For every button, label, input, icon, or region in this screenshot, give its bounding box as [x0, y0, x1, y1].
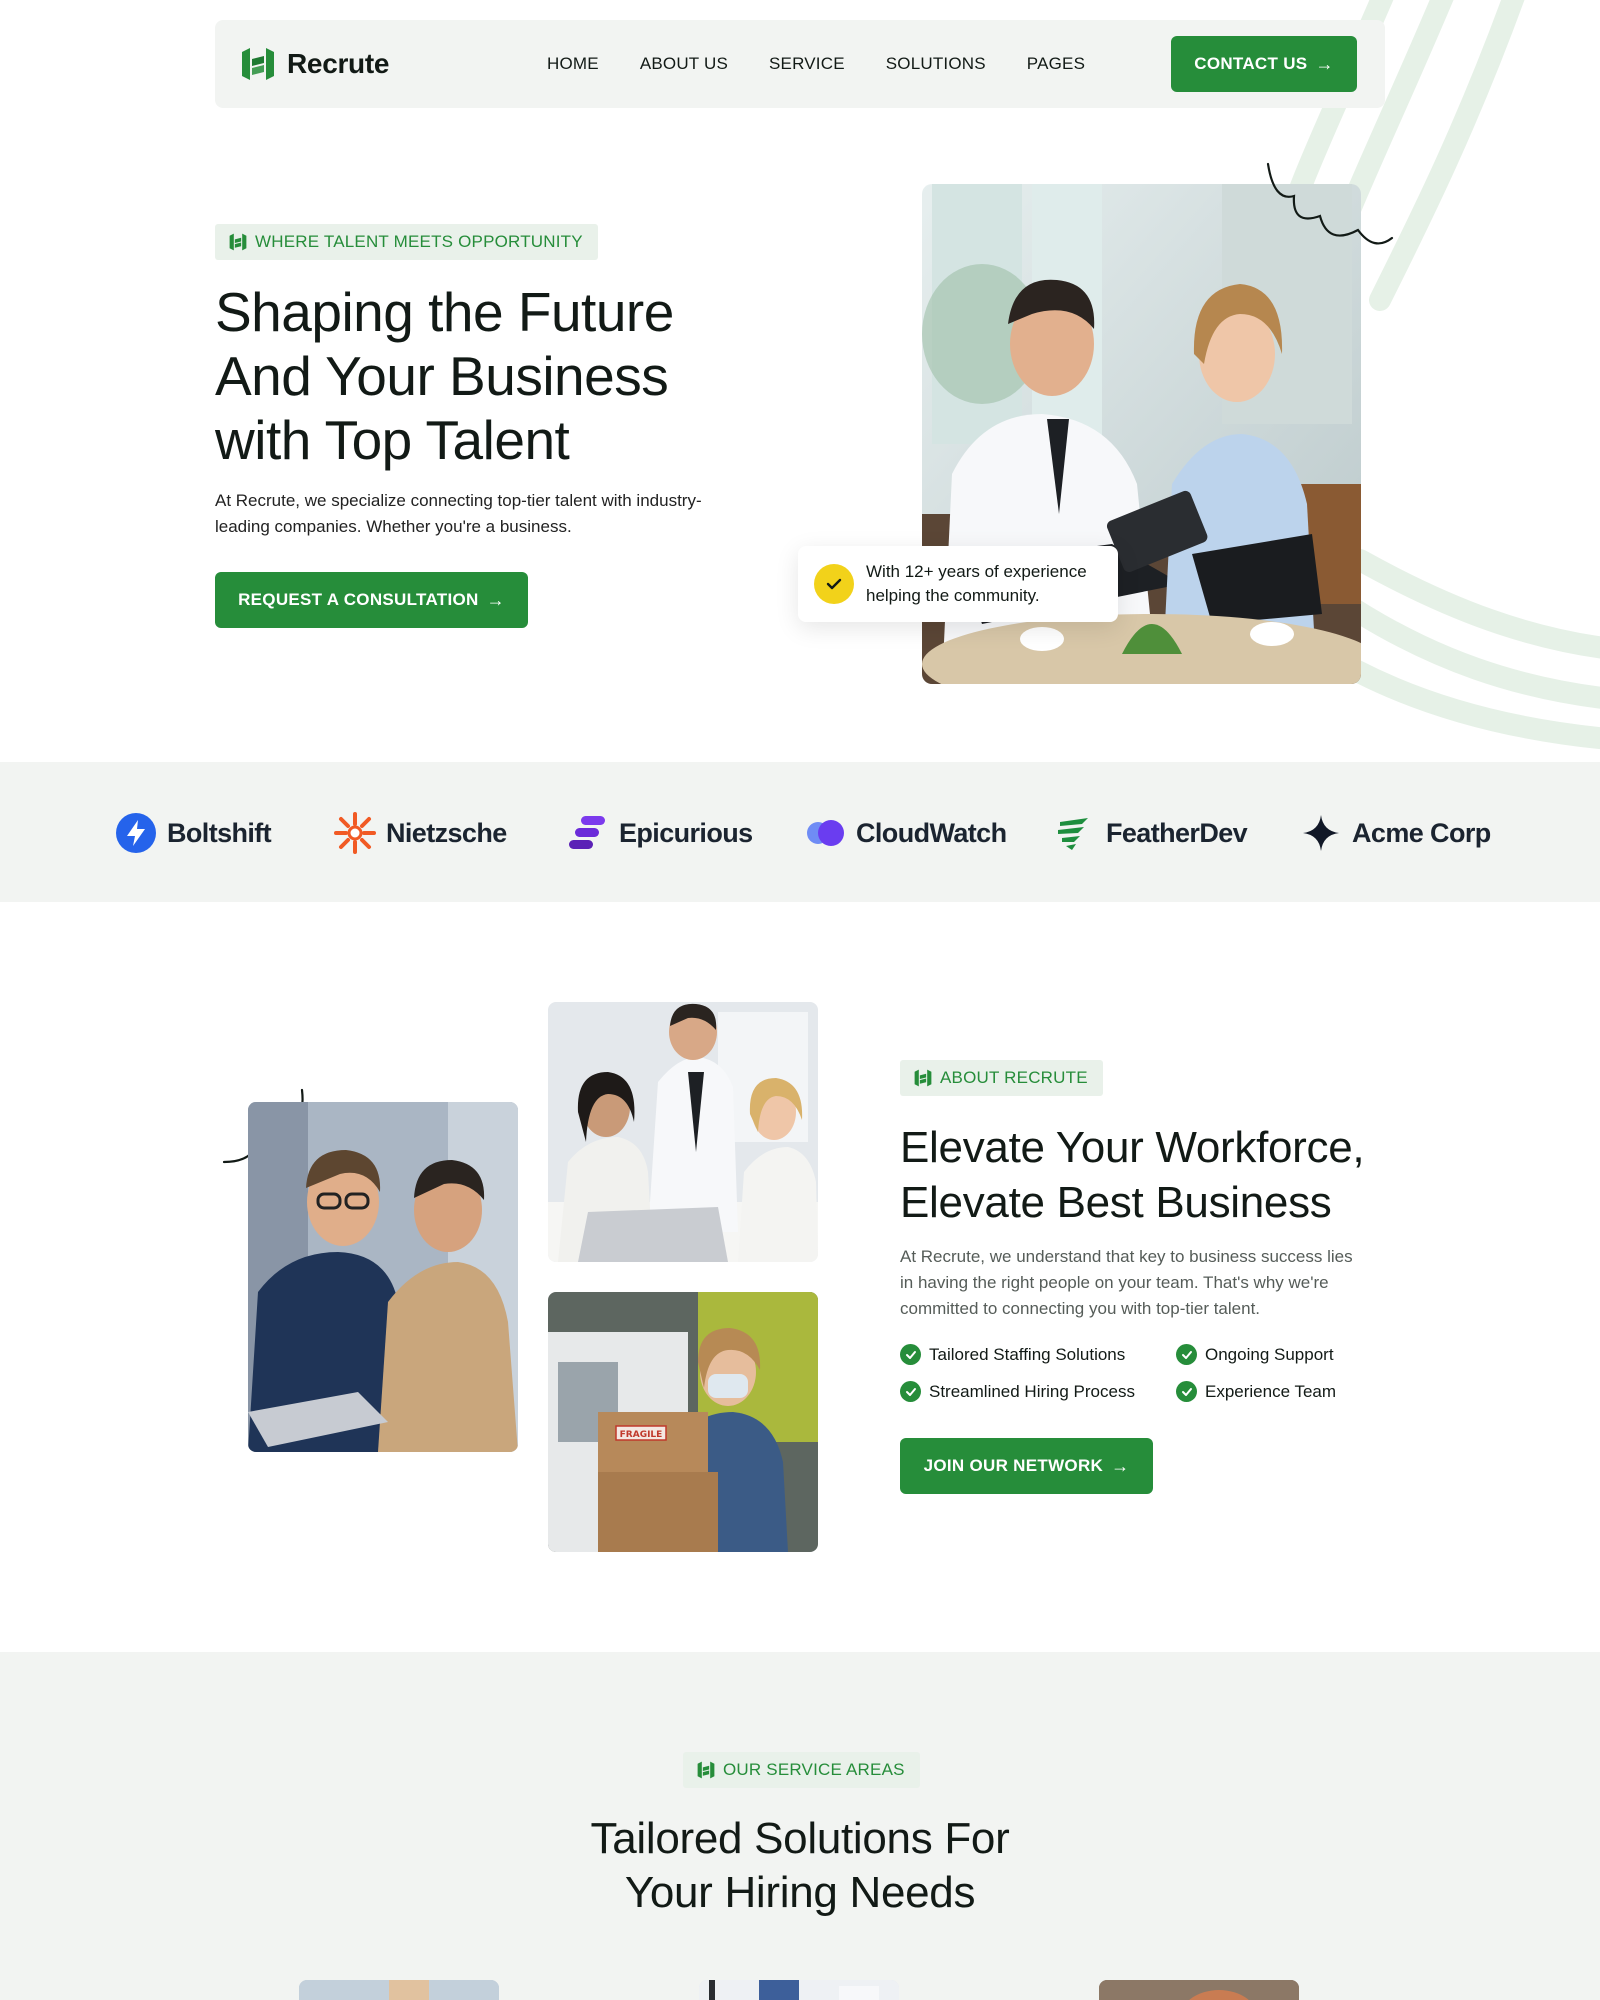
join-network-label: JOIN OUR NETWORK: [923, 1456, 1104, 1475]
recrute-logo-icon: [242, 48, 274, 80]
recrute-mini-icon: [697, 1761, 715, 1779]
about-title-line-1: Elevate Your Workforce,: [900, 1123, 1365, 1172]
request-consultation-label: REQUEST A CONSULTATION: [238, 590, 479, 609]
partner-logo-acme-corp[interactable]: Acme Corp: [1300, 812, 1491, 854]
check-circle-icon: [900, 1344, 921, 1365]
join-network-button[interactable]: JOIN OUR NETWORK →: [900, 1438, 1153, 1494]
about-tagline-text: ABOUT RECRUTE: [940, 1068, 1088, 1087]
decorative-squiggle: [1266, 162, 1394, 245]
top-navbar: Recrute HOME ABOUT US SERVICE SOLUTIONS …: [215, 20, 1385, 108]
about-description: At Recrute, we understand that key to bu…: [900, 1247, 1353, 1318]
nav-home[interactable]: HOME: [547, 54, 599, 74]
main-nav: HOME ABOUT US SERVICE SOLUTIONS PAGES: [547, 54, 1171, 74]
nav-service[interactable]: SERVICE: [769, 54, 845, 74]
feature-list: Tailored Staffing Solutions Ongoing Supp…: [900, 1344, 1400, 1402]
sparkle-icon: [1303, 815, 1339, 851]
contact-us-label: CONTACT US: [1194, 54, 1308, 73]
arrow-right-icon: →: [486, 589, 505, 610]
feature-item: Experience Team: [1176, 1381, 1396, 1402]
check-circle-icon: [900, 1381, 921, 1402]
recrute-mini-icon: [914, 1069, 932, 1087]
hero-title-line-2: And Your Business: [215, 345, 669, 407]
recrute-mini-icon: [229, 233, 247, 251]
feature-label: Streamlined Hiring Process: [929, 1381, 1135, 1401]
about-title-line-2: Elevate Best Business: [900, 1178, 1332, 1227]
partner-name: FeatherDev: [1106, 817, 1248, 848]
about-photo-delivery-worker: FRAGILE: [548, 1292, 818, 1552]
stacked-bars-icon: [569, 816, 605, 849]
cloud-dots-icon: [807, 820, 844, 846]
nav-solutions[interactable]: SOLUTIONS: [886, 54, 986, 74]
services-title-line-2: Your Hiring Needs: [624, 1868, 976, 1917]
partner-logo-cloudwatch[interactable]: CloudWatch: [804, 812, 1007, 854]
about-title: Elevate Your Workforce, Elevate Best Bus…: [900, 1120, 1420, 1230]
partner-name: Nietzsche: [386, 817, 507, 848]
services-tagline-badge: OUR SERVICE AREAS: [683, 1752, 920, 1788]
partner-logos-band: Boltshift Nietzsche Epicurious CloudWatc…: [0, 762, 1600, 902]
arrow-right-icon: →: [1315, 53, 1334, 74]
feature-label: Tailored Staffing Solutions: [929, 1344, 1126, 1364]
service-card-image[interactable]: [299, 1980, 499, 2000]
arrow-right-icon: →: [1111, 1455, 1130, 1476]
sunburst-icon: [334, 812, 376, 854]
check-circle-icon: [814, 564, 854, 604]
about-photo-colleagues: [248, 1102, 518, 1452]
service-card-image[interactable]: [699, 1980, 899, 2000]
about-photo-team-meeting: [548, 1002, 818, 1262]
feature-item: Tailored Staffing Solutions: [900, 1344, 1176, 1365]
feature-label: Experience Team: [1205, 1381, 1337, 1401]
partner-logo-boltshift[interactable]: Boltshift: [115, 812, 272, 854]
hero-tagline-badge: WHERE TALENT MEETS OPPORTUNITY: [215, 224, 598, 260]
feather-icon: [1058, 818, 1088, 850]
services-section: OUR SERVICE AREAS Tailored Solutions For…: [0, 1652, 1600, 2000]
service-card-image[interactable]: [1099, 1980, 1299, 2000]
hero-title-line-3: with Top Talent: [215, 409, 570, 471]
contact-us-button[interactable]: CONTACT US →: [1171, 36, 1357, 92]
partner-name: Acme Corp: [1352, 817, 1491, 848]
services-title-line-1: Tailored Solutions For: [590, 1814, 1010, 1863]
feature-label: Ongoing Support: [1205, 1344, 1334, 1364]
services-title: Tailored Solutions For Your Hiring Needs: [0, 1812, 1600, 1920]
hero-title: Shaping the Future And Your Business wit…: [215, 280, 775, 472]
feature-item: Ongoing Support: [1176, 1344, 1396, 1365]
brand-logo[interactable]: Recrute: [239, 43, 489, 85]
partner-name: Epicurious: [619, 817, 753, 848]
partner-logo-epicurious[interactable]: Epicurious: [567, 812, 753, 854]
nav-pages[interactable]: PAGES: [1027, 54, 1085, 74]
check-circle-icon: [1176, 1344, 1197, 1365]
nav-about-us[interactable]: ABOUT US: [640, 54, 728, 74]
services-tagline-text: OUR SERVICE AREAS: [723, 1760, 905, 1779]
hero-description: At Recrute, we specialize connecting top…: [215, 491, 702, 536]
partner-name: Boltshift: [167, 817, 272, 848]
experience-card: With 12+ years of experience helping the…: [798, 546, 1118, 622]
partner-logo-nietzsche[interactable]: Nietzsche: [334, 812, 507, 854]
feature-item: Streamlined Hiring Process: [900, 1381, 1176, 1402]
hero-title-line-1: Shaping the Future: [215, 281, 674, 343]
check-circle-icon: [1176, 1381, 1197, 1402]
partner-logo-featherdev[interactable]: FeatherDev: [1054, 812, 1248, 854]
request-consultation-button[interactable]: REQUEST A CONSULTATION →: [215, 572, 528, 628]
hero-tagline-text: WHERE TALENT MEETS OPPORTUNITY: [255, 232, 583, 251]
about-tagline-badge: ABOUT RECRUTE: [900, 1060, 1103, 1096]
experience-text: With 12+ years of experience helping the…: [866, 562, 1087, 605]
brand-name: Recrute: [287, 48, 390, 79]
partner-name: CloudWatch: [856, 817, 1007, 848]
fragile-box-label: FRAGILE: [620, 1430, 663, 1440]
bolt-icon: [116, 813, 156, 853]
